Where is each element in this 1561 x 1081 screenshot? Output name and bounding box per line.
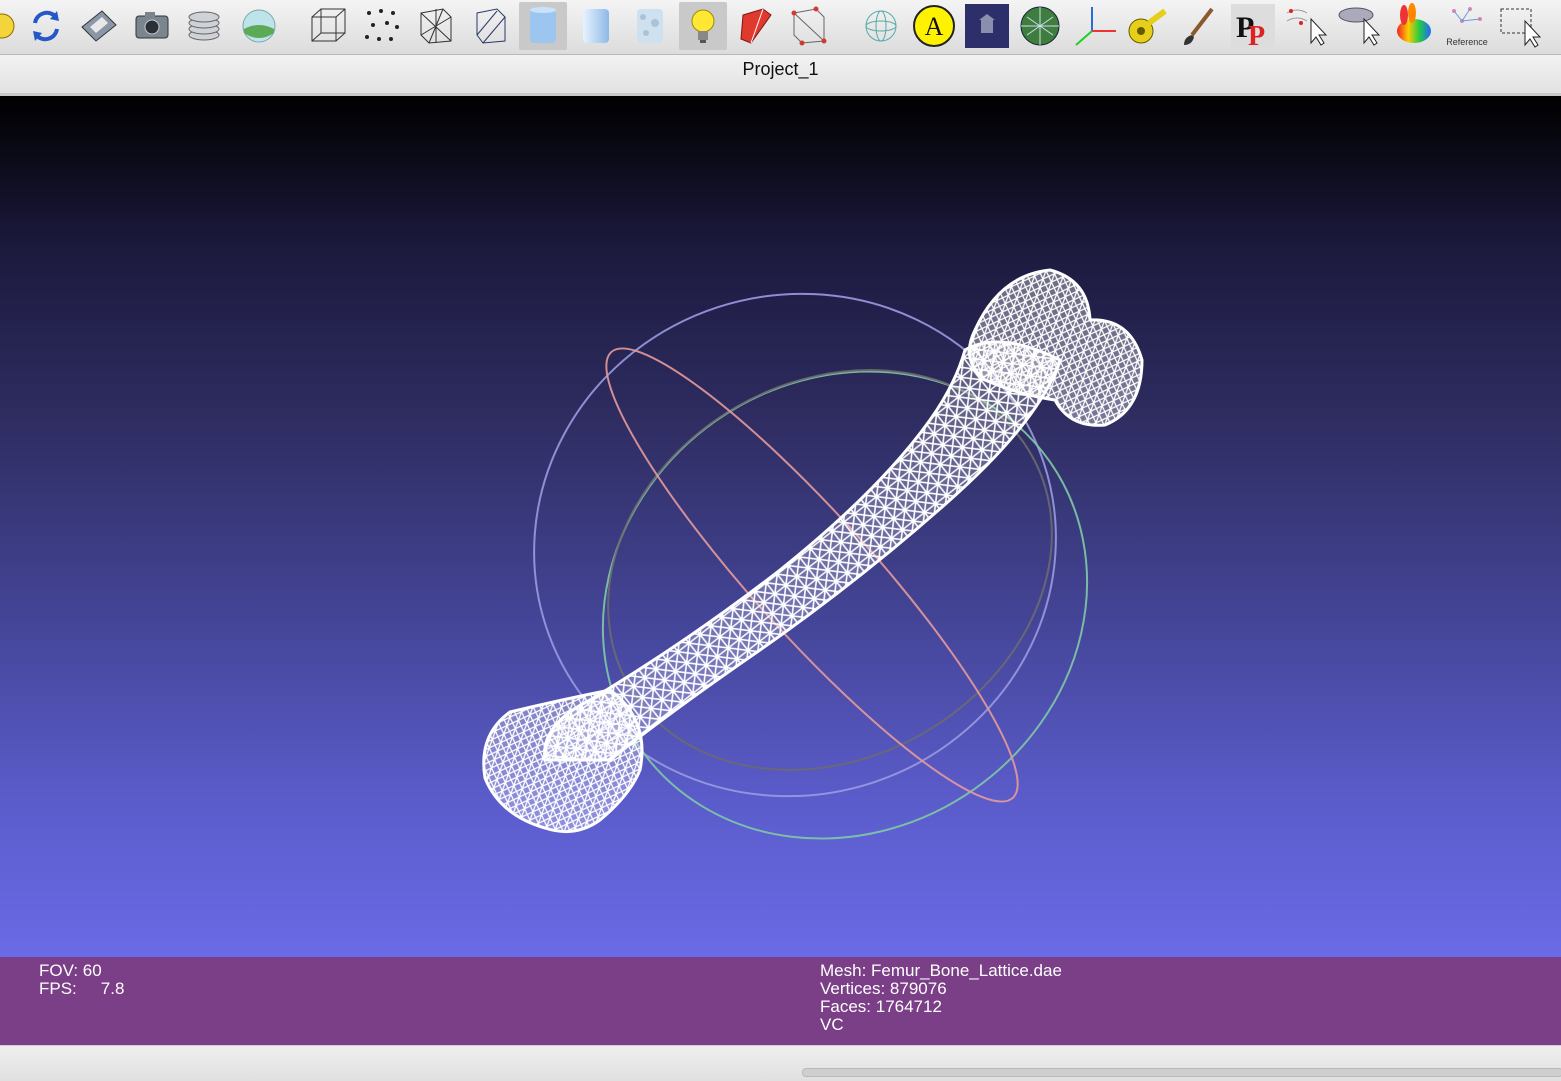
annotation-a-icon[interactable]: A: [910, 2, 958, 50]
color-bunny-icon[interactable]: [1389, 2, 1437, 50]
reference-icon[interactable]: Reference: [1443, 2, 1491, 50]
femur-mesh[interactable]: [482, 268, 1144, 834]
color-mode: VC: [820, 1015, 844, 1034]
window-title: Project_1: [742, 59, 819, 79]
reference-label: Reference: [1446, 37, 1488, 47]
fps-value: 7.8: [100, 979, 125, 998]
save-icon[interactable]: [75, 2, 123, 50]
selected-vertices-icon[interactable]: [785, 2, 833, 50]
axes-icon[interactable]: [1071, 2, 1119, 50]
mesh-name: Mesh: Femur_Bone_Lattice.dae: [820, 961, 1062, 980]
render-info-panel: FOV: 60 FPS: 7.8 Mesh: Femur_Bone_Lattice…: [0, 957, 1561, 1045]
view-stats: FOV: 60 FPS: 7.8: [39, 962, 124, 998]
trackball-icon[interactable]: [857, 2, 905, 50]
document-title-bar: Project_1: [0, 55, 1561, 96]
backface-culling-icon[interactable]: [732, 2, 780, 50]
svg-text:A: A: [925, 12, 944, 41]
scene-canvas: [482, 268, 1144, 840]
svg-text:P: P: [1248, 21, 1265, 49]
fov-value: 60: [82, 961, 102, 980]
horizontal-scrollbar[interactable]: [802, 1068, 1561, 1077]
background-image-icon[interactable]: [963, 2, 1011, 50]
wireframe-icon[interactable]: [412, 2, 460, 50]
measure-tape-icon[interactable]: [1122, 2, 1170, 50]
lighting-bulb-icon[interactable]: [679, 2, 727, 50]
pickpoints-icon[interactable]: PP: [1229, 2, 1277, 50]
fov-label: FOV:: [39, 961, 79, 980]
rect-select-icon[interactable]: [1496, 2, 1544, 50]
flat-shading-icon[interactable]: [519, 2, 567, 50]
mesh-sphere-icon[interactable]: [1016, 2, 1064, 50]
paint-brush-icon[interactable]: [1175, 2, 1223, 50]
select-faces-icon[interactable]: [1335, 2, 1383, 50]
reload-icon[interactable]: [22, 2, 70, 50]
main-toolbar: A PP Reference: [0, 0, 1561, 55]
bounding-box-icon[interactable]: [305, 2, 353, 50]
points-icon[interactable]: [358, 2, 406, 50]
snapshot-camera-icon[interactable]: [128, 2, 176, 50]
layers-icon[interactable]: [180, 2, 228, 50]
vertex-count: Vertices: 879076: [820, 979, 947, 998]
mesh-stats: Mesh: Femur_Bone_Lattice.dae Vertices: 8…: [820, 962, 1062, 1034]
smooth-shading-icon[interactable]: [572, 2, 620, 50]
fps-row: FPS: 7.8: [39, 980, 124, 998]
fov-row: FOV: 60: [39, 962, 124, 980]
3d-viewport[interactable]: [0, 96, 1561, 957]
globe-icon[interactable]: [235, 2, 283, 50]
face-count: Faces: 1764712: [820, 997, 942, 1016]
hidden-lines-icon[interactable]: [466, 2, 514, 50]
fps-label: FPS:: [39, 979, 77, 998]
texture-icon[interactable]: [626, 2, 674, 50]
select-vertices-icon[interactable]: [1282, 2, 1330, 50]
